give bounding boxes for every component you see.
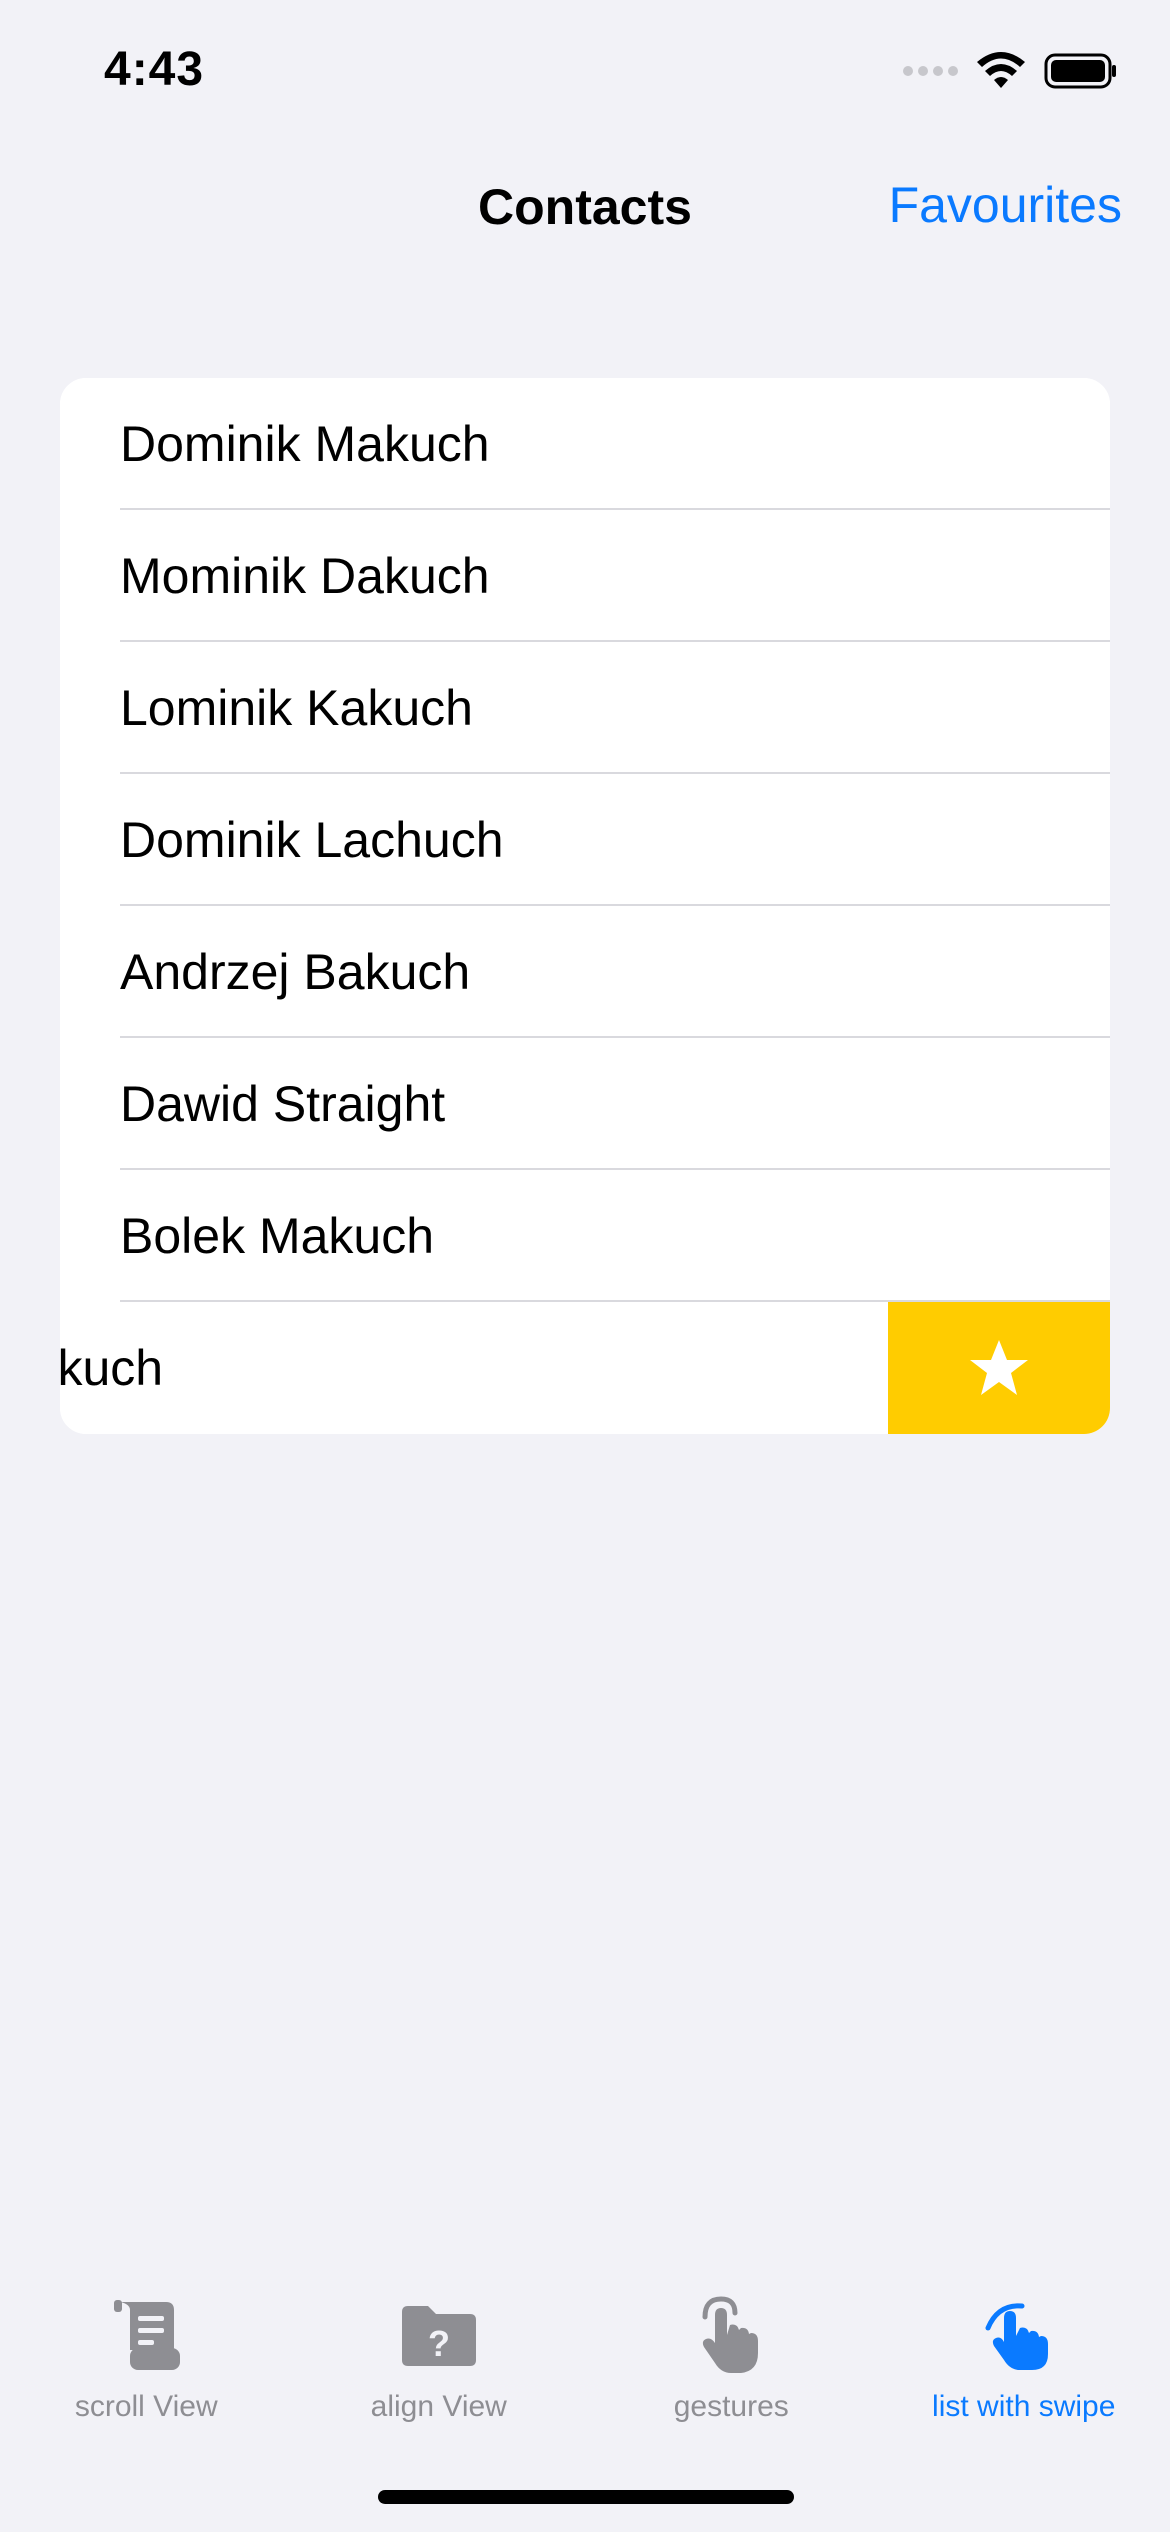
tab-label: align View <box>370 2390 507 2423</box>
star-icon <box>970 1340 1028 1395</box>
tab-bar: scroll View ? align View gestures list w… <box>0 2290 1170 2430</box>
list-item[interactable]: Dominik Makuch <box>60 378 1110 510</box>
list-item[interactable]: Lominik Kakuch <box>60 642 1110 774</box>
list-item[interactable]: Mominik Dakuch <box>60 510 1110 642</box>
contact-name: Dominik Makuch <box>120 416 490 472</box>
contacts-list: Dominik Makuch Mominik Dakuch Lominik Ka… <box>60 378 1110 1434</box>
favourites-button[interactable]: Favourites <box>889 176 1122 234</box>
tab-label: gestures <box>673 2390 789 2423</box>
list-item-swiped[interactable]: Makuch <box>60 1302 1110 1434</box>
battery-icon <box>1044 53 1116 89</box>
list-item[interactable]: Bolek Makuch <box>60 1170 1110 1302</box>
hand-swipe-icon <box>985 2303 1048 2370</box>
contact-name: Dominik Lachuch <box>120 812 504 868</box>
contact-name: Bolek Makuch <box>120 1208 435 1264</box>
tab-label: scroll View <box>74 2390 218 2423</box>
status-icons <box>903 52 1118 90</box>
contact-name: Mominik Dakuch <box>120 548 490 604</box>
folder-question-icon: ? <box>401 2306 476 2366</box>
scroll-icon <box>114 2300 181 2370</box>
hand-tap-icon <box>702 2296 759 2373</box>
home-indicator[interactable] <box>378 2490 794 2504</box>
list-item[interactable]: Dominik Lachuch <box>60 774 1110 906</box>
list-item[interactable]: Andrzej Bakuch <box>60 906 1110 1038</box>
cellular-signal-icon <box>903 66 958 76</box>
favourite-swipe-button[interactable] <box>888 1302 1110 1434</box>
list-item[interactable]: Dawid Straight <box>60 1038 1110 1170</box>
svg-text:?: ? <box>428 2323 450 2364</box>
tab-label: list with swipe <box>932 2390 1116 2423</box>
screen: 4:43 Contacts Favourites Dominik Makuch … <box>0 0 1170 2532</box>
status-time: 4:43 <box>104 43 205 96</box>
contact-name: Andrzej Bakuch <box>120 944 471 1000</box>
contact-name: Dawid Straight <box>120 1076 446 1132</box>
tab-gestures[interactable]: gestures <box>585 2290 878 2430</box>
tab-list-with-swipe[interactable]: list with swipe <box>878 2290 1170 2430</box>
contact-name: Lominik Kakuch <box>120 680 473 736</box>
contact-name: Makuch <box>60 1340 164 1396</box>
tab-scroll-view[interactable]: scroll View <box>0 2290 293 2430</box>
wifi-icon <box>977 52 1025 88</box>
tab-align-view[interactable]: ? align View <box>293 2290 586 2430</box>
